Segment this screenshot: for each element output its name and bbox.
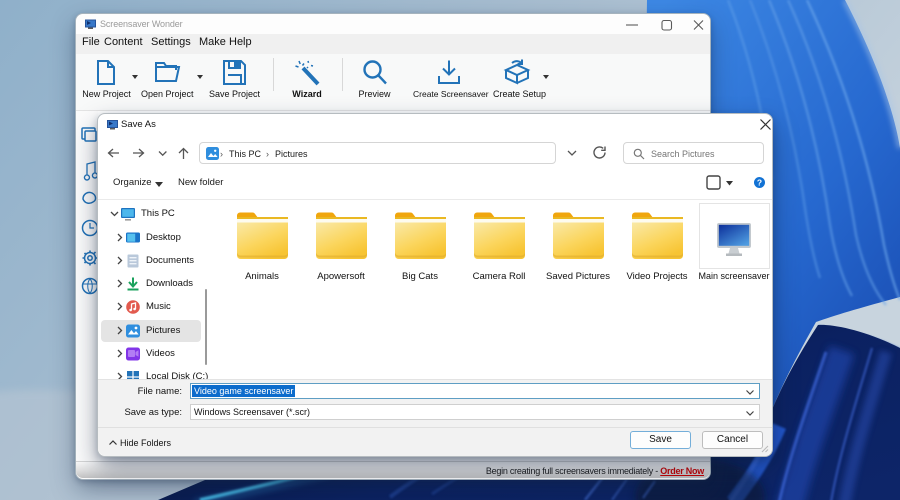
svg-text:?: ? — [757, 178, 762, 188]
